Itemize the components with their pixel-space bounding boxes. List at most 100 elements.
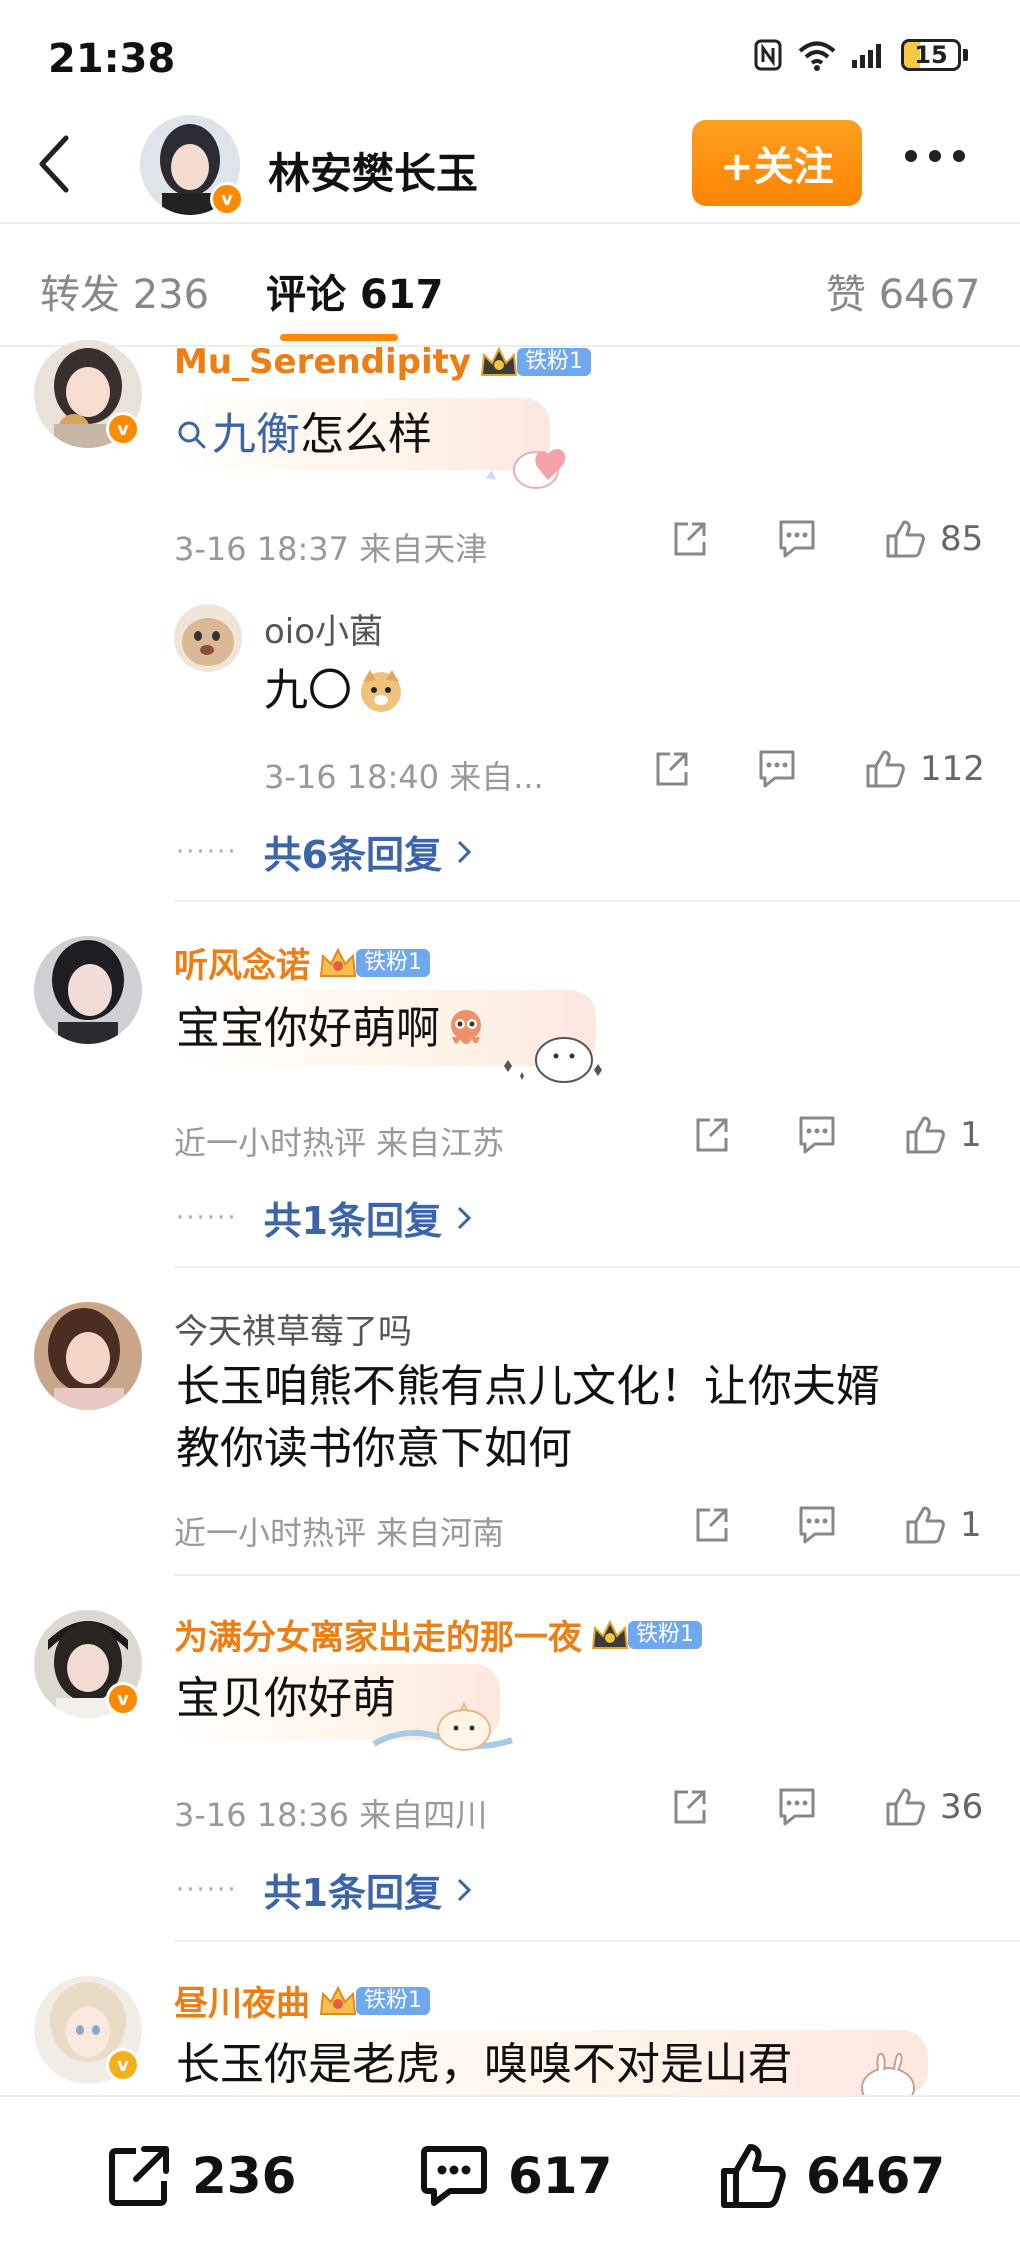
- nfc-icon: [754, 39, 782, 71]
- comment-icon: [421, 2146, 487, 2206]
- crown-icon: [480, 346, 518, 376]
- tab-comments[interactable]: 评论 617: [266, 262, 443, 320]
- verified-icon: v: [106, 412, 140, 446]
- like-post-button[interactable]: 6467: [718, 2141, 945, 2211]
- thumbs-up-icon: [721, 2144, 786, 2208]
- sticker-icon: [372, 1701, 513, 1751]
- search-topic-link[interactable]: 九衡: [212, 404, 300, 466]
- sticker-icon: [504, 1037, 602, 1083]
- comment-meta: 3-16 18:37 来自天津: [174, 530, 488, 568]
- like-button[interactable]: 1: [904, 1114, 982, 1156]
- comment-button[interactable]: [775, 1786, 819, 1828]
- comment-button[interactable]: [755, 748, 799, 790]
- chevron-left-icon: [39, 135, 69, 193]
- reply-text: 九〇: [264, 660, 404, 722]
- fan-badge: 铁粉1: [318, 1984, 430, 2018]
- divider: [174, 900, 1020, 902]
- fan-badge: 铁粉1: [590, 1618, 702, 1652]
- signal-icon: [852, 44, 881, 68]
- comment-username[interactable]: Mu_Serendipity 铁粉1: [174, 342, 592, 382]
- battery-icon: 15: [901, 39, 968, 71]
- reply-meta: 3-16 18:40 来自...: [264, 758, 544, 796]
- view-replies-link[interactable]: ······ 共1条回复: [176, 1190, 474, 1245]
- active-tab-indicator: [280, 334, 398, 341]
- share-icon: [656, 752, 688, 786]
- comment-username[interactable]: 为满分女离家出走的那一夜 铁粉1: [174, 1610, 702, 1659]
- repost-button[interactable]: 236: [104, 2141, 296, 2211]
- battery-level: 15: [901, 39, 961, 71]
- reply-username[interactable]: oio小菌: [264, 604, 383, 653]
- share-button[interactable]: [690, 1504, 732, 1546]
- commenter-avatar[interactable]: [34, 1302, 142, 1410]
- status-icons: 15: [753, 38, 968, 72]
- bottom-action-bar: 236 617 6467: [0, 2095, 1020, 2250]
- thumbs-up-icon: [886, 520, 925, 558]
- status-bar: 21:38 15: [0, 0, 1020, 118]
- chevron-right-icon: [457, 1206, 472, 1229]
- comment-username[interactable]: 昼川夜曲 铁粉1: [174, 1976, 430, 2025]
- view-replies-link[interactable]: ······ 共6条回复: [176, 824, 474, 879]
- comment-username[interactable]: 听风念诺 铁粉1: [174, 938, 430, 987]
- share-icon: [696, 1118, 728, 1152]
- search-icon: [178, 421, 206, 449]
- comments-button[interactable]: 617: [418, 2141, 612, 2211]
- comment-text: 教你读书你意下如何: [176, 1423, 572, 1474]
- comment-button[interactable]: [795, 1114, 839, 1156]
- comment-text: 宝贝你好萌: [176, 1673, 396, 1724]
- comment-meta: 近一小时热评 来自河南: [174, 1514, 505, 1552]
- comment-icon: [779, 520, 815, 558]
- like-button[interactable]: 112: [864, 748, 985, 790]
- comment-meta: 近一小时热评 来自江苏: [174, 1124, 505, 1162]
- comment-icon: [799, 1506, 835, 1544]
- comment-text: 长玉你是老虎，嗅嗅不对是山君: [176, 2039, 792, 2090]
- verified-icon: v: [106, 2048, 140, 2082]
- back-button[interactable]: [30, 130, 82, 198]
- sticker-icon: [861, 2052, 915, 2096]
- comment-text: 九衡 怎么样: [176, 404, 432, 466]
- fan-badge: 铁粉1: [318, 946, 430, 980]
- view-replies-link[interactable]: ······ 共1条回复: [176, 1862, 474, 1917]
- wifi-icon: [798, 41, 836, 71]
- share-button[interactable]: [668, 1786, 710, 1828]
- share-button[interactable]: [650, 748, 692, 790]
- tab-reposts[interactable]: 转发 236: [40, 262, 209, 320]
- crown-icon: [319, 947, 357, 977]
- share-button[interactable]: [690, 1114, 732, 1156]
- share-button[interactable]: [668, 518, 710, 560]
- comment-username[interactable]: 今天祺草莓了吗: [174, 1304, 412, 1353]
- share-icon: [109, 2146, 169, 2206]
- sticker-icon: [486, 449, 566, 489]
- comment-button[interactable]: [795, 1504, 839, 1546]
- reply-avatar[interactable]: [174, 604, 242, 672]
- comment-icon: [779, 1788, 815, 1826]
- comment-text: 宝宝你好萌啊: [176, 998, 488, 1060]
- clock: 21:38: [48, 36, 176, 82]
- like-button[interactable]: 36: [884, 1786, 983, 1828]
- more-icon[interactable]: [905, 150, 965, 162]
- share-icon: [696, 1508, 728, 1542]
- divider: [174, 1266, 1020, 1268]
- follow-button[interactable]: +关注: [692, 120, 862, 206]
- comment-meta: 3-16 18:36 来自四川: [174, 1796, 488, 1834]
- fan-badge: 铁粉1: [479, 345, 592, 379]
- chevron-right-icon: [457, 840, 472, 863]
- commenter-avatar[interactable]: [34, 936, 142, 1044]
- comment-icon: [799, 1116, 835, 1154]
- comment-icon: [759, 750, 795, 788]
- doge-emoji-icon: [361, 670, 401, 712]
- comment-text: 长玉咱熊不熊有点儿文化！让你夫婿: [176, 1361, 880, 1412]
- divider: [174, 1940, 1020, 1942]
- thumbs-up-icon: [906, 1506, 945, 1544]
- thumbs-up-icon: [906, 1116, 945, 1154]
- crown-icon: [319, 1985, 357, 2015]
- comment-button[interactable]: [775, 518, 819, 560]
- verified-icon: v: [106, 1682, 140, 1716]
- tab-likes[interactable]: 赞 6467: [826, 262, 981, 320]
- author-name[interactable]: 林安樊长玉: [268, 140, 478, 201]
- octopus-emoji-icon: [451, 1010, 481, 1044]
- crown-icon: [591, 1619, 629, 1649]
- like-button[interactable]: 85: [884, 518, 983, 560]
- divider: [0, 222, 1020, 224]
- like-button[interactable]: 1: [904, 1504, 982, 1546]
- divider: [174, 1574, 1020, 1576]
